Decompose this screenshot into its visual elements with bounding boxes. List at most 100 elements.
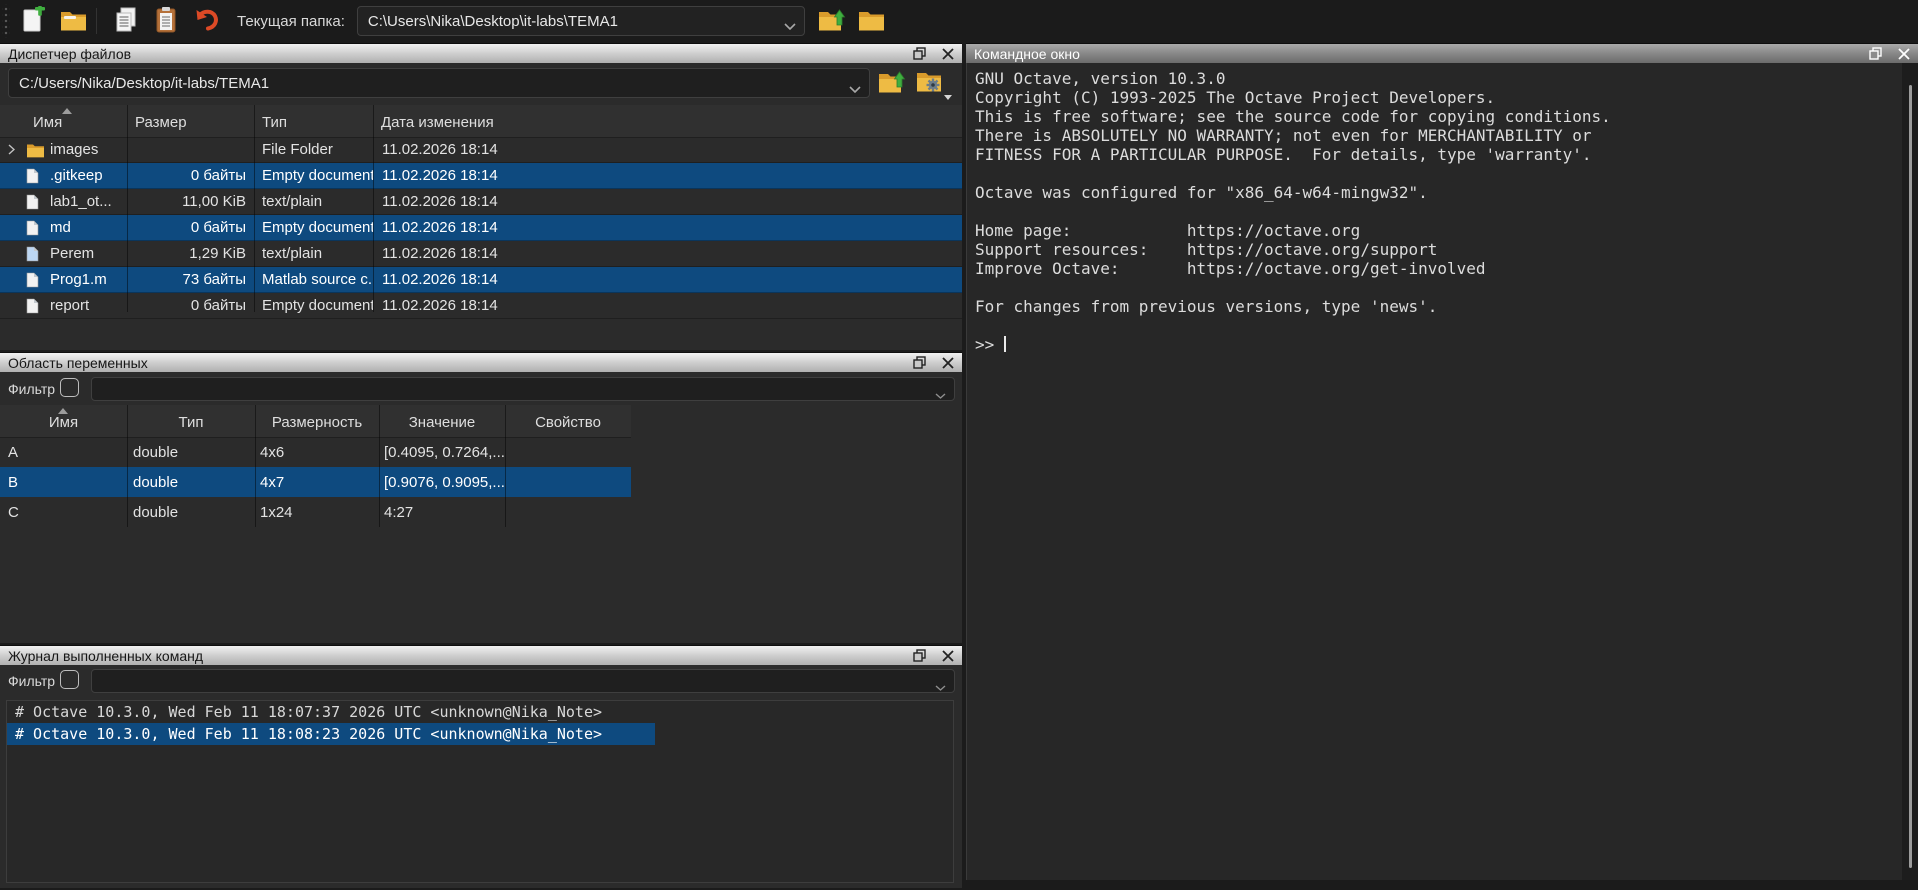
file-size: 11,00 KiB <box>127 189 254 214</box>
float-icon[interactable] <box>913 47 926 60</box>
variable-name: C <box>0 497 127 527</box>
browse-folder-button[interactable] <box>855 4 889 38</box>
variable-value: [0.9076, 0.9095,... <box>379 467 505 497</box>
close-icon[interactable] <box>942 357 954 369</box>
file-row-lab1_ot...[interactable]: lab1_ot...11,00 KiBtext/plain11.02.2026 … <box>0 189 962 215</box>
file-row-Prog1.m[interactable]: Prog1.m73 байтыMatlab source c...11.02.2… <box>0 267 962 293</box>
file-name: images <box>50 141 98 158</box>
column-header-dims[interactable]: Размерность <box>255 405 379 437</box>
file-row-md[interactable]: md0 байтыEmpty document11.02.2026 18:14 <box>0 215 962 241</box>
file-row-.gitkeep[interactable]: .gitkeep0 байтыEmpty document11.02.2026 … <box>0 163 962 189</box>
scrollbar-thumb[interactable] <box>1909 85 1912 868</box>
folder-icon <box>26 142 50 158</box>
column-header-attr[interactable]: Свойство <box>505 405 631 437</box>
close-icon[interactable] <box>1898 48 1910 60</box>
column-divider[interactable] <box>254 105 255 312</box>
close-icon[interactable] <box>942 650 954 662</box>
file-icon <box>26 298 50 314</box>
console-output[interactable]: GNU Octave, version 10.3.0 Copyright (C)… <box>975 69 1611 354</box>
file-date: 11.02.2026 18:14 <box>373 137 962 162</box>
file-row-report[interactable]: report0 байтыEmpty document11.02.2026 18… <box>0 293 962 319</box>
file-path-combobox[interactable]: C:/Users/Nika/Desktop/it-labs/TEMA1 <box>8 68 870 98</box>
variable-type: double <box>127 437 255 467</box>
variable-value: [0.4095, 0.7264,... <box>379 437 505 467</box>
chevron-down-icon <box>935 678 946 695</box>
file-name-cell: .gitkeep <box>0 163 127 188</box>
command-window-body[interactable]: GNU Octave, version 10.3.0 Copyright (C)… <box>966 63 1918 880</box>
expand-chevron-icon[interactable] <box>8 144 26 155</box>
command-window-panel: Командное окно GNU Octave, version 10.3.… <box>966 43 1918 890</box>
file-list: imagesFile Folder11.02.2026 18:14.gitkee… <box>0 137 962 319</box>
file-manager-titlebar[interactable]: Диспетчер файлов <box>0 43 962 63</box>
new-script-button[interactable] <box>16 4 50 38</box>
copy-icon <box>113 6 139 37</box>
variable-attr <box>505 467 631 497</box>
column-divider[interactable] <box>127 405 128 527</box>
column-divider[interactable] <box>505 405 506 527</box>
file-size: 1,29 KiB <box>127 241 254 266</box>
current-folder-label: Текущая папка: <box>237 13 345 30</box>
workspace-panel: Область переменных Фильтр Имя Тип Размер… <box>0 352 962 643</box>
history-titlebar[interactable]: Журнал выполненных команд <box>0 645 962 665</box>
filter-combobox[interactable] <box>91 669 955 693</box>
file-date: 11.02.2026 18:14 <box>373 189 962 214</box>
column-divider[interactable] <box>373 105 374 312</box>
copy-button[interactable] <box>109 4 143 38</box>
variables-list: Adouble4x6[0.4095, 0.7264,...Bdouble4x7[… <box>0 437 962 527</box>
dropdown-arrow-icon <box>944 95 952 100</box>
workspace-table-header[interactable]: Имя Тип Размерность Значение Свойство <box>0 405 631 438</box>
file-name: report <box>50 297 89 314</box>
variable-row-A[interactable]: Adouble4x6[0.4095, 0.7264,... <box>0 437 962 467</box>
folder-up-button[interactable] <box>876 68 908 98</box>
folder-up-button[interactable] <box>815 4 849 38</box>
history-list: # Octave 10.3.0, Wed Feb 11 18:07:37 202… <box>6 700 954 883</box>
float-icon[interactable] <box>913 649 926 662</box>
file-row-Perem[interactable]: Perem1,29 KiBtext/plain11.02.2026 18:14 <box>0 241 962 267</box>
file-name: md <box>50 219 71 236</box>
history-entry-0[interactable]: # Octave 10.3.0, Wed Feb 11 18:07:37 202… <box>7 701 953 723</box>
file-table-header[interactable]: Имя Размер Тип Дата изменения <box>0 105 962 138</box>
paste-button[interactable] <box>149 4 183 38</box>
undo-icon <box>193 7 219 36</box>
variable-attr <box>505 437 631 467</box>
filter-checkbox[interactable] <box>60 378 79 397</box>
file-icon <box>26 220 50 236</box>
filter-checkbox[interactable] <box>60 670 79 689</box>
column-header-type[interactable]: Тип <box>127 405 255 437</box>
float-icon[interactable] <box>1869 47 1882 60</box>
file-name-cell: Prog1.m <box>0 267 127 292</box>
history-entry-1[interactable]: # Octave 10.3.0, Wed Feb 11 18:08:23 202… <box>7 723 655 745</box>
file-row-images[interactable]: imagesFile Folder11.02.2026 18:14 <box>0 137 962 163</box>
undo-button[interactable] <box>189 4 223 38</box>
variable-dims: 4x6 <box>255 437 379 467</box>
variable-row-C[interactable]: Cdouble1x244:27 <box>0 497 962 527</box>
file-type: Empty document <box>254 293 373 318</box>
variable-type: double <box>127 467 255 497</box>
close-icon[interactable] <box>942 48 954 60</box>
octave-main-window: Текущая папка: C:\Users\Nika\Desktop\it-… <box>0 0 1918 890</box>
main-toolbar: Текущая папка: C:\Users\Nika\Desktop\it-… <box>0 0 1918 42</box>
column-divider[interactable] <box>127 105 128 312</box>
folder-up-icon <box>878 70 906 97</box>
command-window-titlebar[interactable]: Командное окно <box>966 43 1918 63</box>
filter-combobox[interactable] <box>91 377 955 401</box>
open-file-button[interactable] <box>56 4 90 38</box>
current-folder-combobox[interactable]: C:\Users\Nika\Desktop\it-labs\TEMA1 <box>357 6 805 36</box>
file-name-cell: report <box>0 293 127 318</box>
vertical-scrollbar[interactable] <box>1902 63 1918 880</box>
file-name: Prog1.m <box>50 271 107 288</box>
workspace-titlebar[interactable]: Область переменных <box>0 352 962 372</box>
command-history-panel: Журнал выполненных команд Фильтр # Octav… <box>0 645 962 888</box>
float-icon[interactable] <box>913 356 926 369</box>
column-divider[interactable] <box>379 405 380 527</box>
column-divider[interactable] <box>255 405 256 527</box>
file-type: Empty document <box>254 215 373 240</box>
file-size: 0 байты <box>127 293 254 318</box>
column-header-date[interactable]: Дата изменения <box>373 105 962 137</box>
toolbar-drag-handle[interactable] <box>2 4 10 38</box>
column-header-type[interactable]: Тип <box>254 105 373 137</box>
folder-actions-button[interactable] <box>914 68 946 98</box>
column-header-size[interactable]: Размер <box>127 105 254 137</box>
column-header-value[interactable]: Значение <box>379 405 505 437</box>
variable-row-B[interactable]: Bdouble4x7[0.9076, 0.9095,... <box>0 467 631 497</box>
